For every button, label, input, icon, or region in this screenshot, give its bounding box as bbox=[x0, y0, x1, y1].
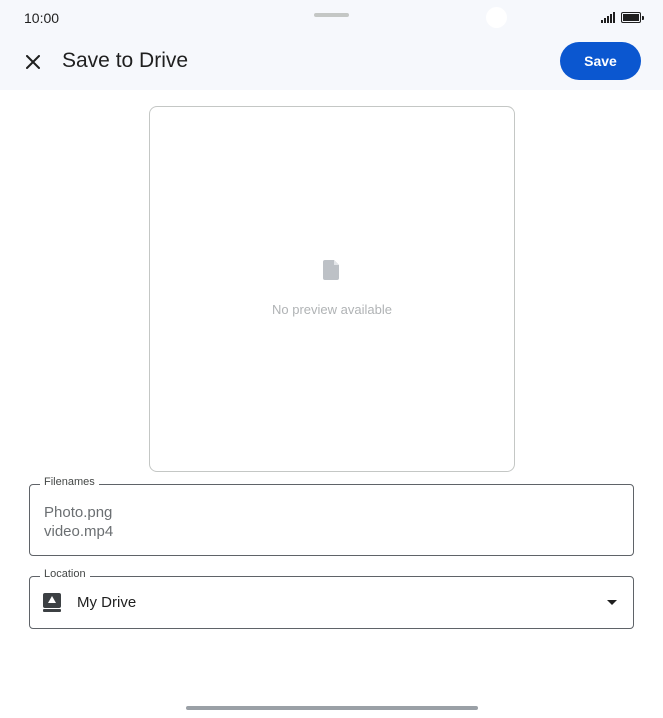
filenames-list: Photo.png video.mp4 bbox=[44, 503, 113, 541]
page-title: Save to Drive bbox=[62, 49, 189, 72]
signal-icon bbox=[601, 11, 615, 23]
dropdown-arrow-icon bbox=[607, 600, 617, 605]
file-preview-card: No preview available bbox=[149, 106, 515, 472]
close-icon bbox=[26, 55, 40, 69]
drive-icon bbox=[43, 593, 61, 612]
status-icons bbox=[601, 11, 644, 23]
close-button[interactable] bbox=[20, 49, 46, 75]
app-header: 10:00 Save to Drive Save bbox=[0, 0, 663, 90]
filenames-label: Filenames bbox=[40, 476, 99, 488]
drag-handle[interactable] bbox=[314, 13, 349, 17]
camera-cutout bbox=[486, 7, 507, 28]
location-value: My Drive bbox=[77, 594, 137, 611]
status-time: 10:00 bbox=[24, 10, 60, 26]
battery-icon bbox=[621, 11, 644, 23]
location-dropdown[interactable]: Location My Drive bbox=[29, 568, 634, 629]
filename-item: video.mp4 bbox=[44, 523, 114, 540]
file-icon bbox=[323, 260, 339, 280]
no-preview-message: No preview available bbox=[272, 302, 392, 317]
filenames-field[interactable]: Filenames Photo.png video.mp4 bbox=[29, 476, 634, 556]
location-label: Location bbox=[40, 568, 90, 580]
home-indicator[interactable] bbox=[186, 706, 478, 710]
filename-item: Photo.png bbox=[44, 504, 113, 521]
save-button[interactable]: Save bbox=[560, 42, 641, 80]
save-to-drive-screen: 10:00 Save to Drive Save No preview avai… bbox=[0, 0, 663, 718]
